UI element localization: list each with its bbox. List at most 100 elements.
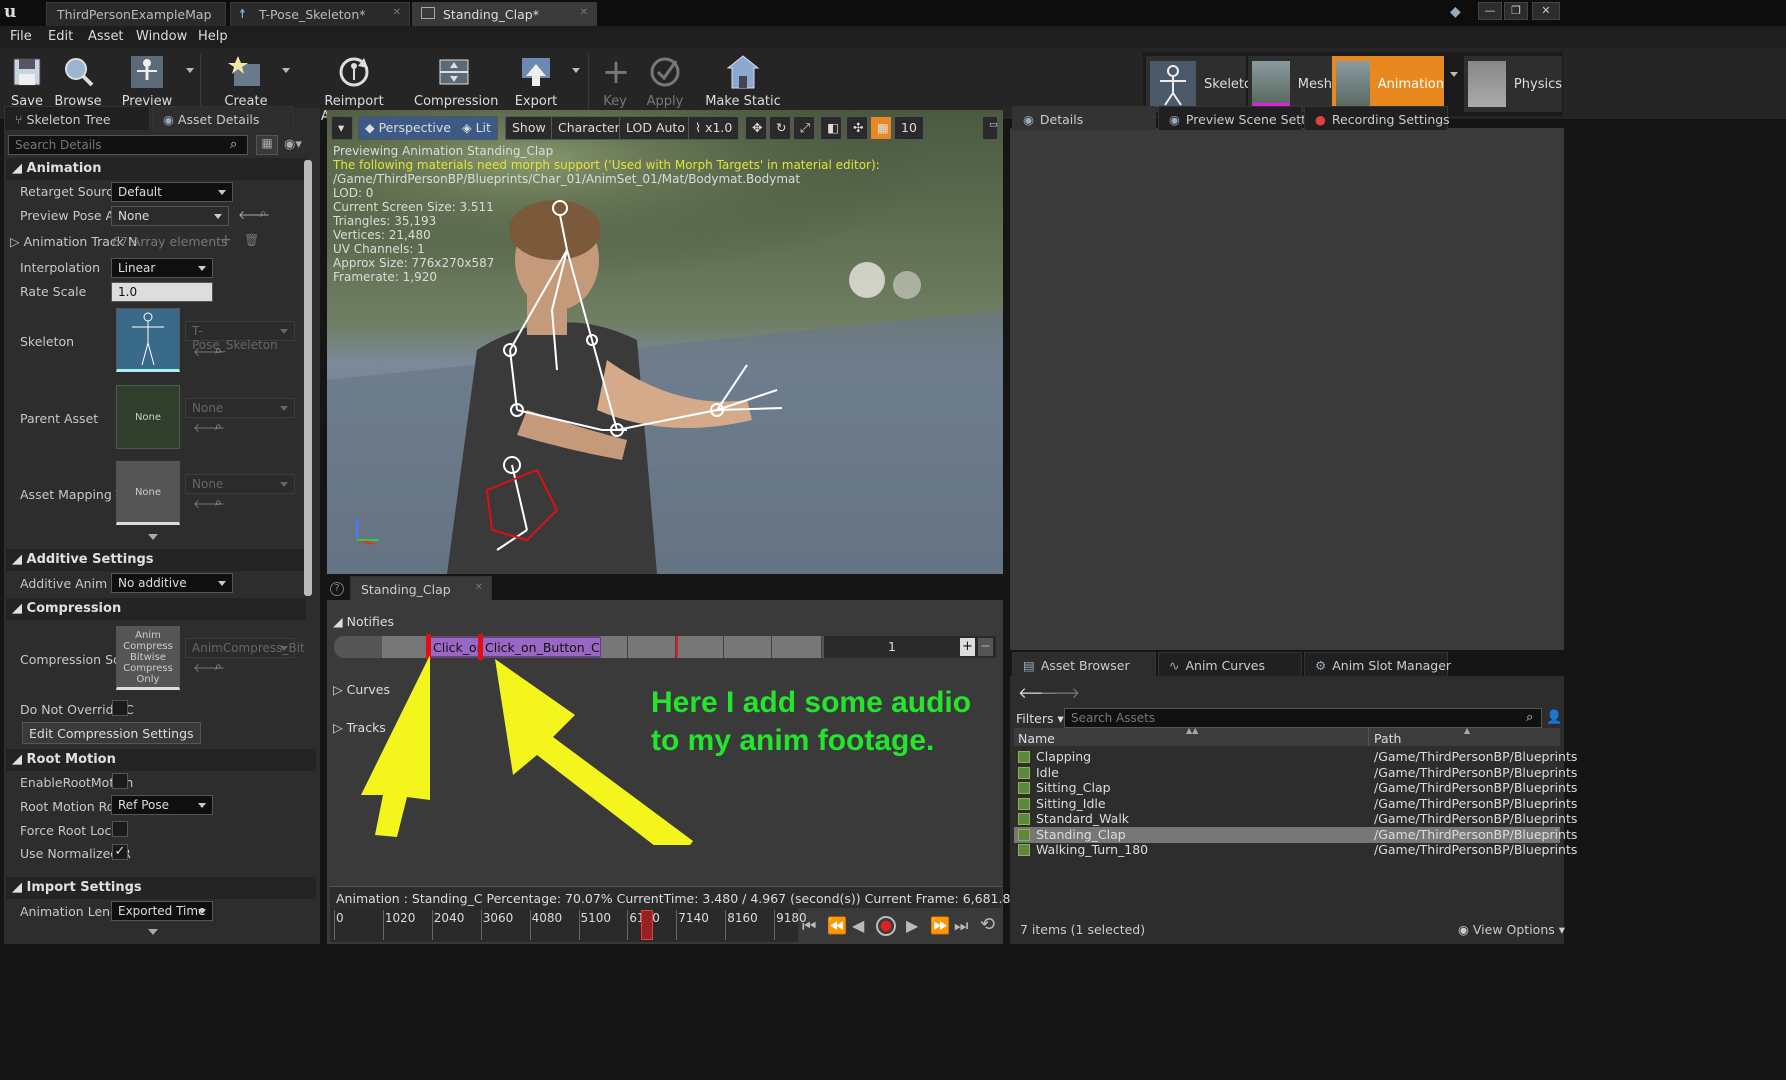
menu-asset[interactable]: Asset [88,29,124,44]
mode-mesh[interactable]: Mesh [1248,56,1332,112]
close-icon[interactable]: ✕ [393,7,401,18]
tab-asset-browser[interactable]: ▤ Asset Browser [1012,652,1156,676]
parent-asset-thumbnail[interactable]: None [116,385,180,449]
remove-track-button[interactable]: − [978,638,993,656]
key-button[interactable]: + Key [596,52,634,116]
tab-anim-curves[interactable]: ∿ Anim Curves [1158,652,1302,676]
notifies-header[interactable]: ◢ Notifies [333,614,394,629]
forward-arrow-icon[interactable]: 🡒 [1040,683,1080,702]
asset-row[interactable]: Standard_Walk/Game/ThirdPersonBP/Bluepri… [1014,811,1577,827]
asset-mapping-combo[interactable]: None [185,474,295,494]
preview-mesh-dropdown-icon[interactable] [186,68,194,73]
root-motion-root-combo[interactable]: Ref Pose [111,795,213,815]
tab-skeleton-tree[interactable]: ⑂ Skeleton Tree [4,106,150,130]
mode-physics[interactable]: Physics [1464,56,1562,112]
menu-window[interactable]: Window [136,29,187,44]
tab-standing-clap-editor[interactable]: Standing_Clap ✕ [350,576,492,600]
scale-mode-icon[interactable]: ⤢ [793,116,815,140]
additive-type-combo[interactable]: No additive [111,573,233,593]
rate-scale-input[interactable]: 1.0 [111,282,213,302]
step-forward-icon[interactable]: ⏩ [930,916,950,935]
asset-mapping-thumbnail[interactable]: None [116,461,180,525]
maximize-viewport-icon[interactable]: ▭ [982,116,998,140]
menu-file[interactable]: File [10,29,32,44]
export-asset-dropdown-icon[interactable] [572,68,580,73]
expand-more-icon[interactable] [148,534,158,540]
skeleton-combo[interactable]: T-Pose_Skeleton [185,321,295,352]
play-reverse-icon[interactable]: ◀ [852,916,864,935]
column-name[interactable]: Name [1018,731,1055,746]
export-asset-button[interactable]: Export Asset [496,52,576,124]
surface-snap-icon[interactable]: ✣ [846,116,868,140]
browse-asset-icon[interactable]: ⌕ [215,495,222,510]
menu-edit[interactable]: Edit [48,29,73,44]
browse-asset-icon[interactable]: ⌕ [215,659,222,674]
enable-root-motion-checkbox[interactable] [112,773,128,789]
compression-button[interactable]: Compression [414,52,498,116]
interpolation-combo[interactable]: Linear [111,258,213,278]
asset-row[interactable]: Sitting_Clap/Game/ThirdPersonBP/Blueprin… [1014,780,1577,796]
source-control-icon[interactable]: ◆ [1450,4,1461,20]
create-asset-dropdown-icon[interactable] [282,68,290,73]
view-options-button[interactable]: ◉ View Options ▾ [1458,922,1565,937]
compression-scheme-combo[interactable]: AnimCompress_Bit [185,638,305,658]
unreal-logo-icon[interactable]: u [4,2,26,24]
mode-dropdown-icon[interactable] [1450,72,1458,77]
minimize-button[interactable]: — [1478,2,1502,20]
world-local-icon[interactable]: ◧ [820,116,842,140]
asset-row[interactable]: Standing_Clap/Game/ThirdPersonBP/Bluepri… [1014,826,1577,843]
close-icon[interactable]: ✕ [475,582,483,593]
loop-icon[interactable]: ⟲ [980,914,995,935]
maximize-button[interactable]: ❐ [1504,2,1528,20]
add-track-button[interactable]: + [960,638,975,656]
help-icon[interactable]: ? [330,582,344,596]
asset-row[interactable]: Idle/Game/ThirdPersonBP/Blueprints [1014,765,1577,781]
perspective-button[interactable]: ◆ Perspective [358,116,458,140]
section-import-settings[interactable]: ◢ Import Settings [6,877,316,899]
retarget-source-combo[interactable]: Default [111,182,233,202]
expand-more-icon[interactable] [148,929,158,935]
mode-animation[interactable]: Animation [1332,56,1444,112]
grid-size-button[interactable]: 10 [894,116,924,140]
rotate-mode-icon[interactable]: ↻ [769,116,791,140]
close-window-button[interactable]: ✕ [1532,2,1560,20]
mode-skeleton[interactable]: Skeleton [1146,56,1260,112]
notify-click-on[interactable]: Click_on [429,637,481,657]
details-scrollbar[interactable] [304,160,312,596]
search-details-input[interactable]: Search Details [8,135,248,155]
parent-asset-combo[interactable]: None [185,398,295,418]
add-element-icon[interactable]: + [220,232,232,248]
show-button[interactable]: Show [505,116,553,140]
edit-compression-settings-button[interactable]: Edit Compression Settings [22,722,201,744]
viewport-options-button[interactable]: ▾ [331,116,353,140]
timeline-playhead[interactable] [641,910,653,940]
user-icon[interactable]: 👤 [1546,710,1562,725]
asset-row[interactable]: Sitting_Idle/Game/ThirdPersonBP/Blueprin… [1014,796,1577,812]
compression-thumbnail[interactable]: Anim Compress Bitwise Compress Only [116,626,180,690]
use-normalized-checkbox[interactable]: ✓ [112,844,128,860]
play-icon[interactable]: ▶ [906,916,918,935]
lit-button[interactable]: ◈ Lit [455,116,498,140]
make-static-mesh-button[interactable]: Make Static Mesh [694,52,792,124]
column-divider[interactable] [1368,728,1369,746]
tab-anim-slot-manager[interactable]: ⚙ Anim Slot Manager [1304,652,1451,676]
section-compression[interactable]: ◢ Compression [6,598,306,620]
close-icon[interactable]: ✕ [580,7,588,18]
tab-standing-clap[interactable]: Standing_Clap* ✕ [412,2,597,26]
section-animation[interactable]: ◢ Animation [6,158,306,180]
anim-length-combo[interactable]: Exported Time [111,901,213,921]
column-path[interactable]: Path [1374,731,1401,746]
preview-pose-combo[interactable]: None [111,206,229,226]
browse-asset-icon[interactable]: ⌕ [215,343,222,358]
playback-speed-button[interactable]: ⌇ x1.0 [688,116,740,140]
lod-button[interactable]: LOD Auto [619,116,692,140]
character-button[interactable]: Character [551,116,627,140]
record-icon[interactable] [876,916,896,936]
eye-icon[interactable]: ◉▾ [284,137,302,152]
apply-button[interactable]: Apply [642,52,688,116]
grid-snap-icon[interactable]: ▦ [870,116,892,140]
tab-thirdpersonexamplemap[interactable]: ThirdPersonExampleMap [46,2,226,26]
tab-preview-scene-settings[interactable]: ◉ Preview Scene Sett [1158,106,1306,130]
trash-icon[interactable]: 🗑 [244,233,259,247]
notify-click-on-button-cue[interactable]: Click_on_Button_Cue [481,637,601,657]
